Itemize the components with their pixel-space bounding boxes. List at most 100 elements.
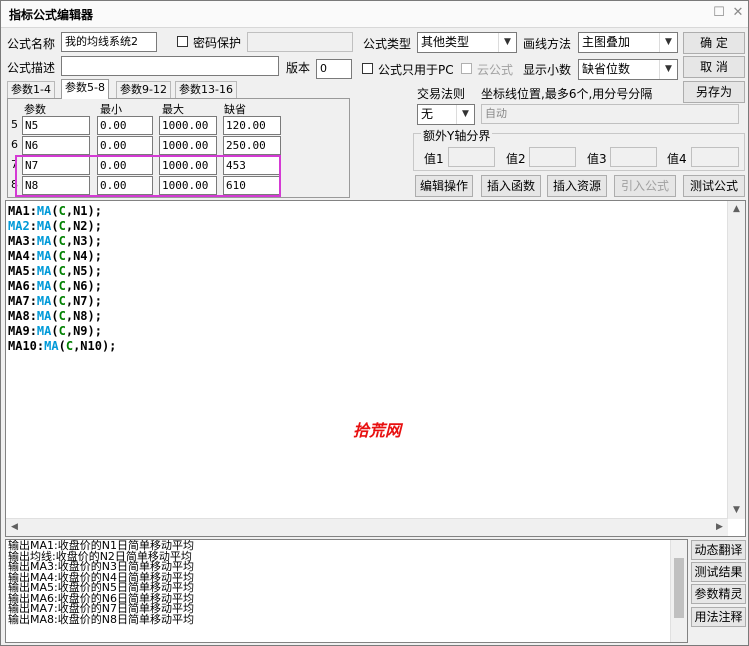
horizontal-scrollbar[interactable]: ◀ ▶: [6, 518, 728, 536]
edit-ops-button[interactable]: 编辑操作: [415, 175, 473, 197]
code-output-name: MA7: [8, 294, 30, 308]
y4-input[interactable]: [691, 147, 739, 167]
param-row-num: 5: [11, 118, 18, 131]
param-name-input[interactable]: N8: [22, 176, 90, 195]
dynamic-translate-button[interactable]: 动态翻译: [691, 540, 746, 560]
password-input: [247, 32, 353, 52]
code-line[interactable]: MA3:MA(C,N3);: [8, 234, 116, 249]
tab-params-5-8[interactable]: 参数5-8: [61, 79, 109, 99]
code-colon: :: [29, 294, 37, 308]
tab-params-9-12[interactable]: 参数9-12: [116, 81, 171, 98]
output-scrollbar[interactable]: [670, 540, 687, 642]
param-min-input[interactable]: 0.00: [97, 156, 153, 175]
decimals-select[interactable]: 缺省位数 ▼: [578, 59, 678, 80]
maximize-icon[interactable]: ☐: [711, 5, 727, 21]
param-default-input[interactable]: 250.00: [223, 136, 281, 155]
param-wizard-button[interactable]: 参数精灵: [691, 584, 746, 604]
scroll-down-icon[interactable]: ▼: [728, 502, 745, 519]
scroll-up-icon[interactable]: ▲: [728, 201, 745, 218]
cancel-button[interactable]: 取 消: [683, 56, 745, 78]
password-checkbox[interactable]: [177, 36, 188, 47]
param-default-input[interactable]: 610: [223, 176, 281, 195]
scroll-right-icon[interactable]: ▶: [711, 519, 728, 536]
param-header-default: 缺省: [224, 103, 246, 116]
param-name-input[interactable]: N7: [22, 156, 90, 175]
code-line[interactable]: MA1:MA(C,N1);: [8, 204, 116, 219]
save-as-button[interactable]: 另存为: [683, 81, 745, 103]
formula-type-select[interactable]: 其他类型 ▼: [417, 32, 517, 53]
param-default-input[interactable]: 453: [223, 156, 281, 175]
insert-resource-button[interactable]: 插入资源: [547, 175, 607, 197]
y2-input[interactable]: [529, 147, 576, 167]
formula-name-input[interactable]: 我的均线系统2: [61, 32, 157, 52]
code-variable: C: [58, 249, 66, 263]
test-results-button[interactable]: 测试结果: [691, 562, 746, 582]
code-args: ,N5);: [65, 264, 102, 278]
code-args: ,N9);: [65, 324, 102, 338]
code-line[interactable]: MA8:MA(C,N8);: [8, 309, 116, 324]
param-min-input[interactable]: 0.00: [97, 116, 153, 135]
code-line[interactable]: MA5:MA(C,N5);: [8, 264, 116, 279]
trade-rule-select[interactable]: 无 ▼: [417, 104, 475, 125]
cloud-checkbox: [461, 63, 472, 74]
vertical-scrollbar[interactable]: ▲ ▼: [727, 201, 745, 519]
close-icon[interactable]: ✕: [730, 5, 746, 21]
y1-input[interactable]: [448, 147, 495, 167]
param-min-input[interactable]: 0.00: [97, 136, 153, 155]
code-editor[interactable]: MA1:MA(C,N1); MA2:MA(C,N2); MA3:MA(C,N3); M…: [5, 200, 746, 537]
tab-params-13-16[interactable]: 参数13-16: [175, 81, 237, 98]
password-label: 密码保护: [193, 36, 242, 50]
y3-input[interactable]: [610, 147, 657, 167]
param-name-input[interactable]: N5: [22, 116, 90, 135]
code-line[interactable]: MA10:MA(C,N10);: [8, 339, 116, 354]
param-max-input[interactable]: 1000.00: [159, 156, 217, 175]
output-scroll-thumb[interactable]: [674, 558, 684, 618]
code-args: ,N1);: [65, 204, 102, 218]
code-line[interactable]: MA9:MA(C,N9);: [8, 324, 116, 339]
code-text[interactable]: MA1:MA(C,N1); MA2:MA(C,N2); MA3:MA(C,N3); M…: [8, 204, 116, 354]
usage-notes-button[interactable]: 用法注释: [691, 607, 746, 627]
param-default-input[interactable]: 120.00: [223, 116, 281, 135]
code-paren: (: [51, 324, 59, 338]
code-line[interactable]: MA2:MA(C,N2);: [8, 219, 116, 234]
code-output-name: MA10: [8, 339, 37, 353]
formula-desc-input[interactable]: [61, 56, 279, 76]
yaxis-group-label: 额外Y轴分界: [421, 127, 493, 144]
coord-input[interactable]: 自动: [481, 104, 739, 124]
param-min-input[interactable]: 0.00: [97, 176, 153, 195]
code-variable: C: [58, 294, 66, 308]
draw-method-label: 画线方法: [523, 37, 572, 51]
code-line[interactable]: MA6:MA(C,N6);: [8, 279, 116, 294]
cloud-label: 云公式: [477, 63, 514, 77]
chevron-down-icon: ▼: [659, 60, 677, 79]
param-max-input[interactable]: 1000.00: [159, 136, 217, 155]
code-line[interactable]: MA7:MA(C,N7);: [8, 294, 116, 309]
code-variable: C: [65, 339, 74, 353]
insert-function-button[interactable]: 插入函数: [481, 175, 541, 197]
watermark-text: 拾荒网: [353, 421, 402, 440]
y2-label: 值2: [506, 152, 526, 166]
code-output-name: MA5: [8, 264, 30, 278]
import-formula-button: 引入公式: [614, 175, 676, 197]
param-max-input[interactable]: 1000.00: [159, 116, 217, 135]
param-row-num: 7: [11, 158, 18, 171]
test-formula-button[interactable]: 测试公式: [683, 175, 745, 197]
param-max-input[interactable]: 1000.00: [159, 176, 217, 195]
code-line[interactable]: MA4:MA(C,N4);: [8, 249, 116, 264]
code-args: ,N4);: [65, 249, 102, 263]
scroll-left-icon[interactable]: ◀: [6, 519, 23, 536]
param-name-input[interactable]: N6: [22, 136, 90, 155]
tab-params-1-4[interactable]: 参数1-4: [7, 81, 55, 98]
version-input[interactable]: 0: [316, 59, 352, 79]
draw-method-select[interactable]: 主图叠加 ▼: [578, 32, 678, 53]
code-paren: (: [51, 204, 59, 218]
pc-only-checkbox[interactable]: [362, 63, 373, 74]
code-output-name: MA8: [8, 309, 30, 323]
y4-label: 值4: [667, 152, 687, 166]
code-output-name: MA9: [8, 324, 30, 338]
formula-name-label: 公式名称: [7, 37, 56, 51]
ok-button[interactable]: 确 定: [683, 32, 745, 54]
code-function: MA: [36, 324, 52, 338]
code-args: ,N7);: [65, 294, 102, 308]
decimals-label: 显示小数: [523, 63, 572, 77]
